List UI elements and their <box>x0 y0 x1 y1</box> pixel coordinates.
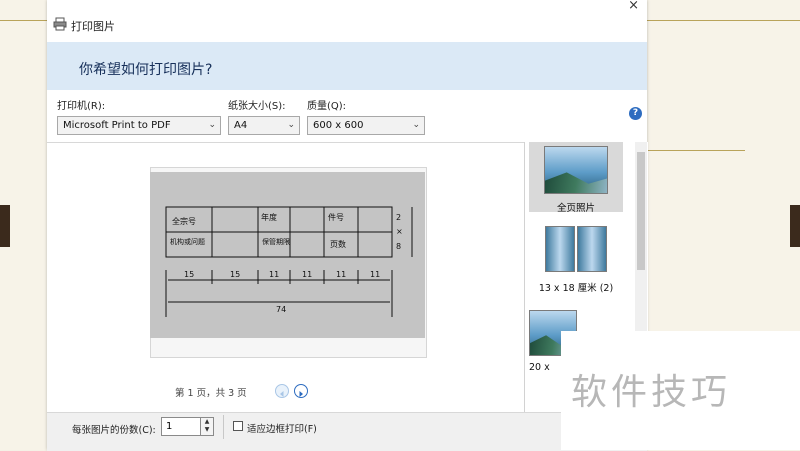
bg-gold-line <box>0 20 47 21</box>
cell-text: 页数 <box>330 239 346 249</box>
layout-item-full-page[interactable]: 全页照片 <box>529 142 623 214</box>
watermark-text: 软件技巧 <box>571 372 732 413</box>
dim-text: 8 <box>396 242 401 251</box>
bg-gold-line <box>647 150 745 151</box>
copies-label: 每张图片的份数(C): <box>72 425 156 436</box>
bottom-bar: 每张图片的份数(C): 1 ▲ ▼ 适应边框打印(F) <box>47 412 647 451</box>
printer-icon <box>53 17 67 31</box>
dim-text: 15 <box>230 270 240 279</box>
cell-text: 件号 <box>328 212 344 222</box>
arrow-left-icon <box>280 391 284 397</box>
quality-value: 600 x 600 <box>313 120 364 131</box>
divider <box>223 415 224 439</box>
dim-text: 74 <box>276 305 286 314</box>
chevron-down-icon: ⌄ <box>287 120 295 130</box>
cell-text: 年度 <box>261 212 277 222</box>
quality-label: 质量(Q): <box>307 101 347 112</box>
bg-dark-block <box>790 205 800 247</box>
paper-size-select[interactable]: A4 ⌄ <box>228 116 300 135</box>
layout-label: 全页照片 <box>556 203 595 214</box>
paper-size-label: 纸张大小(S): <box>228 101 286 112</box>
next-page-button[interactable] <box>294 384 308 398</box>
dim-text: 11 <box>269 270 279 279</box>
print-pictures-dialog: 打印图片 × 你希望如何打印图片? 打印机(R): Microsoft Prin… <box>47 0 648 451</box>
layout-thumbnail <box>544 146 608 194</box>
layout-label: 13 x 18 厘米 (2) <box>538 283 614 294</box>
dim-text: 11 <box>336 270 346 279</box>
printer-label: 打印机(R): <box>57 101 106 112</box>
printer-select-value: Microsoft Print to PDF <box>63 120 171 131</box>
layout-thumbnail <box>545 226 607 272</box>
dim-text: 11 <box>302 270 312 279</box>
bg-dark-block <box>0 205 10 247</box>
fit-frame-label: 适应边框打印(F) <box>247 424 317 435</box>
dim-text: 11 <box>370 270 380 279</box>
cell-text: 机构或问题 <box>170 237 205 246</box>
page-indicator: 第 1 页，共 3 页 <box>175 388 247 399</box>
drawing-sketch: 全宗号 年度 件号 机构或问题 保管期限 页数 2 × 8 15 15 11 1… <box>165 206 413 317</box>
bg-gold-line <box>647 20 800 21</box>
chevron-down-icon: ⌄ <box>412 120 420 130</box>
printer-select[interactable]: Microsoft Print to PDF ⌄ <box>57 116 221 135</box>
header-question: 你希望如何打印图片? <box>79 62 213 78</box>
preview-image: 全宗号 年度 件号 机构或问题 保管期限 页数 2 × 8 15 15 11 1… <box>150 172 425 338</box>
copies-input[interactable]: 1 <box>161 417 201 436</box>
copies-spinner[interactable]: ▲ ▼ <box>201 417 214 436</box>
previous-page-button[interactable] <box>275 384 289 398</box>
dim-text: 15 <box>184 270 194 279</box>
dialog-header: 你希望如何打印图片? <box>47 42 647 90</box>
dialog-title: 打印图片 <box>71 20 115 33</box>
watermark-box: 软件技巧 <box>561 331 800 450</box>
dim-text: × <box>396 227 403 236</box>
cell-text: 全宗号 <box>172 216 196 226</box>
chevron-down-icon: ⌄ <box>208 120 216 130</box>
help-icon[interactable]: ? <box>629 107 642 120</box>
title-bar: 打印图片 × <box>47 0 647 42</box>
layout-item-13x18[interactable]: 13 x 18 厘米 (2) <box>529 226 623 296</box>
close-icon[interactable]: × <box>628 0 639 13</box>
scrollbar-thumb[interactable] <box>637 152 645 270</box>
fit-frame-checkbox[interactable] <box>233 421 243 431</box>
paper-size-value: A4 <box>234 120 248 131</box>
cell-text: 保管期限 <box>262 237 290 246</box>
arrow-right-icon <box>299 391 303 397</box>
quality-select[interactable]: 600 x 600 ⌄ <box>307 116 425 135</box>
dim-text: 2 <box>396 213 401 222</box>
